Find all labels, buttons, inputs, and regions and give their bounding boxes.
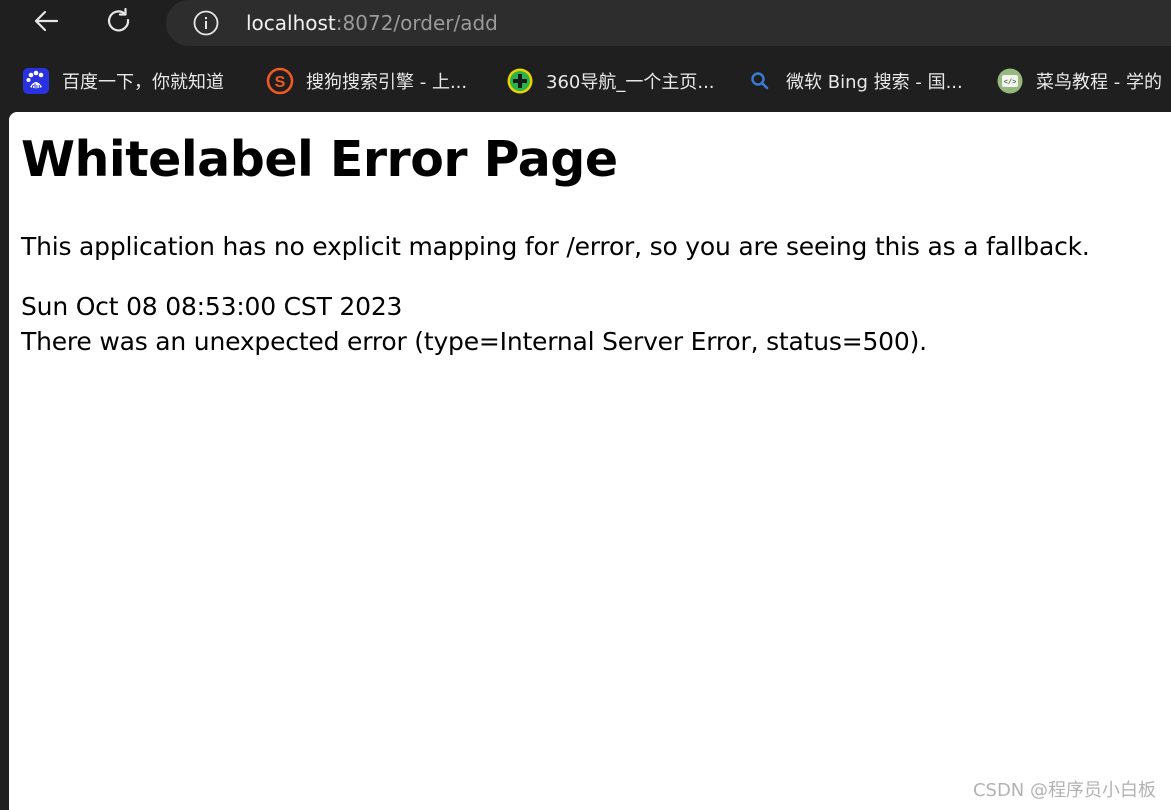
navigation-bar: localhost:8072/order/add [0, 0, 1171, 56]
bookmark-bing[interactable]: 微软 Bing 搜索 - 国... [746, 66, 963, 96]
reload-button[interactable] [102, 6, 136, 40]
reload-icon [104, 6, 134, 40]
bookmarks-bar: du 百度一下，你就知道 S 搜狗搜索引擎 - 上... 360导航_一个主页.… [0, 56, 1171, 108]
watermark: CSDN @程序员小白板 [972, 780, 1156, 801]
page-title: Whitelabel Error Page [21, 131, 618, 188]
url-path: :8072/order/add [335, 11, 498, 35]
bookmark-label: 菜鸟教程 - 学的 [1036, 72, 1162, 93]
baidu-icon: du [22, 67, 50, 95]
bing-search-icon [746, 67, 774, 95]
error-message: There was an unexpected error (type=Inte… [21, 327, 927, 356]
bookmark-label: 搜狗搜索引擎 - 上... [306, 72, 468, 93]
runoob-icon: </> [996, 67, 1024, 95]
error-timestamp: Sun Oct 08 08:53:00 CST 2023 [21, 292, 403, 321]
bookmark-360[interactable]: 360导航_一个主页... [506, 66, 715, 96]
svg-text:S: S [275, 74, 286, 91]
bookmark-runoob[interactable]: </> 菜鸟教程 - 学的 [996, 66, 1162, 96]
error-explanation: This application has no explicit mapping… [21, 232, 1090, 261]
svg-text:du: du [32, 84, 41, 91]
360-icon [506, 67, 534, 95]
bookmark-label: 百度一下，你就知道 [62, 72, 224, 93]
address-bar[interactable]: localhost:8072/order/add [166, 0, 1171, 46]
bookmark-label: 360导航_一个主页... [546, 72, 715, 93]
back-button[interactable] [29, 6, 63, 40]
page-viewport: Whitelabel Error Page This application h… [9, 112, 1171, 810]
bookmark-label: 微软 Bing 搜索 - 国... [786, 72, 963, 93]
sogou-icon: S [266, 67, 294, 95]
bookmark-baidu[interactable]: du 百度一下，你就知道 [22, 66, 224, 96]
site-info-icon[interactable] [193, 10, 219, 36]
url-host: localhost [246, 11, 336, 35]
browser-window: localhost:8072/order/add du 百度一下，你就知道 S … [0, 0, 1171, 810]
bookmark-sogou[interactable]: S 搜狗搜索引擎 - 上... [266, 66, 467, 96]
back-arrow-icon [31, 6, 61, 40]
svg-text:</>: </> [1004, 79, 1017, 87]
url-text[interactable]: localhost:8072/order/add [246, 10, 498, 36]
